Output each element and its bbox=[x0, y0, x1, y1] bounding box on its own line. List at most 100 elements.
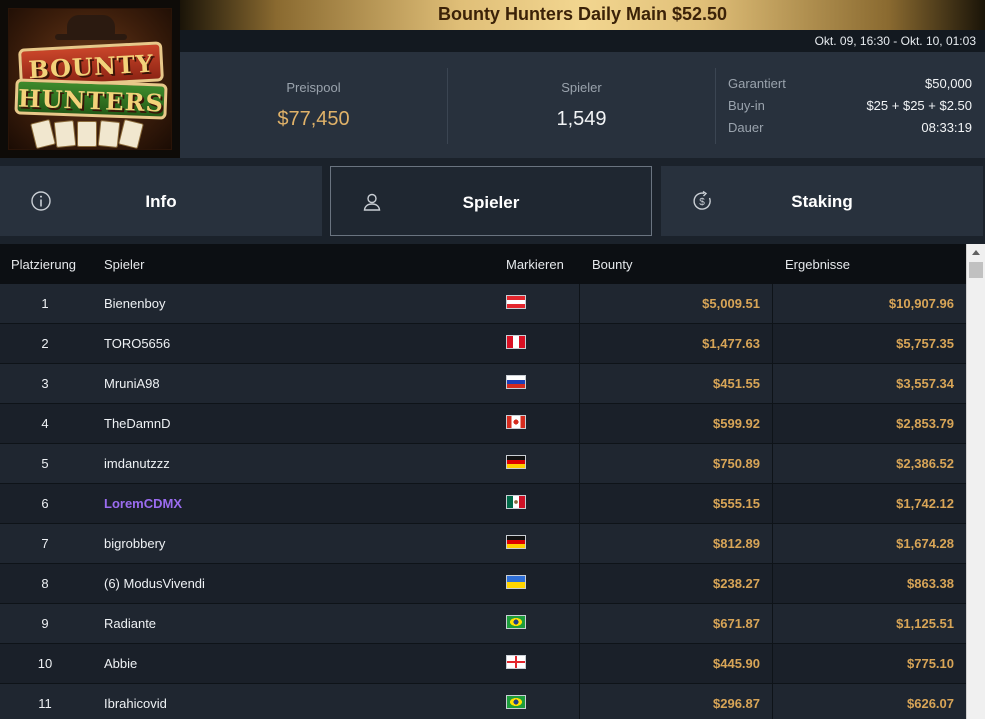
column-divider bbox=[579, 364, 580, 404]
tab-strip: Info Spieler $ Staking bbox=[0, 158, 985, 244]
tab-staking[interactable]: $ Staking bbox=[661, 166, 983, 236]
player-name[interactable]: Abbie bbox=[104, 656, 137, 671]
column-divider bbox=[772, 684, 773, 719]
country-flag-icon bbox=[506, 655, 526, 669]
detail-value: 08:33:19 bbox=[921, 120, 972, 135]
tournament-dates: Okt. 09, 16:30 - Okt. 10, 01:03 bbox=[814, 34, 976, 48]
column-divider bbox=[579, 684, 580, 719]
player-name[interactable]: TheDamnD bbox=[104, 416, 170, 431]
stat-divider bbox=[715, 68, 716, 144]
column-divider bbox=[579, 524, 580, 564]
table-row[interactable]: 6 LoremCDMX $555.15 $1,742.12 bbox=[0, 484, 966, 524]
table-row[interactable]: 3 MruniA98 $451.55 $3,557.34 bbox=[0, 364, 966, 404]
column-divider bbox=[772, 644, 773, 684]
country-flag-icon bbox=[506, 695, 526, 709]
detail-label: Garantiert bbox=[728, 76, 786, 91]
bounty-value: $445.90 bbox=[713, 656, 760, 671]
column-divider bbox=[772, 284, 773, 324]
tab-label: Info bbox=[145, 192, 177, 211]
logo-banner-bottom: HUNTERS bbox=[14, 78, 168, 120]
country-flag-icon bbox=[506, 295, 526, 309]
result-value: $1,742.12 bbox=[896, 496, 954, 511]
country-flag-icon bbox=[506, 535, 526, 549]
player-name[interactable]: Ibrahicovid bbox=[104, 696, 167, 711]
stats-panel: Preispool $77,450 Spieler 1,549 Garantie… bbox=[180, 52, 985, 158]
column-header-player[interactable]: Spieler bbox=[104, 257, 144, 272]
placement-cell: 10 bbox=[37, 656, 53, 671]
players-stat: Spieler 1,549 bbox=[448, 52, 715, 158]
table-row[interactable]: 8 (6) ModusVivendi $238.27 $863.38 bbox=[0, 564, 966, 604]
player-name[interactable]: TORO5656 bbox=[104, 336, 170, 351]
placement-cell: 3 bbox=[41, 376, 49, 391]
playing-cards-icon bbox=[30, 118, 149, 149]
detail-label: Dauer bbox=[728, 120, 764, 135]
column-header-bounty[interactable]: Bounty bbox=[592, 257, 632, 272]
table-row[interactable]: 10 Abbie $445.90 $775.10 bbox=[0, 644, 966, 684]
logo-artwork: BOUNTY HUNTERS bbox=[8, 8, 172, 150]
tournament-logo: BOUNTY HUNTERS bbox=[0, 0, 180, 158]
table-header: Platzierung Spieler Markieren Bounty Erg… bbox=[0, 244, 966, 284]
result-value: $775.10 bbox=[907, 656, 954, 671]
table-row[interactable]: 2 TORO5656 $1,477.63 $5,757.35 bbox=[0, 324, 966, 364]
detail-value: $50,000 bbox=[925, 76, 972, 91]
player-name[interactable]: imdanutzzz bbox=[104, 456, 170, 471]
scrollbar[interactable] bbox=[966, 244, 985, 719]
tournament-lobby: BOUNTY HUNTERS Bounty Hunters Daily Main… bbox=[0, 0, 985, 719]
title-bar: Bounty Hunters Daily Main $52.50 bbox=[180, 0, 985, 30]
table-row[interactable]: 9 Radiante $671.87 $1,125.51 bbox=[0, 604, 966, 644]
scroll-thumb[interactable] bbox=[969, 262, 983, 278]
result-value: $626.07 bbox=[907, 696, 954, 711]
tab-players[interactable]: Spieler bbox=[330, 166, 652, 236]
column-divider bbox=[579, 604, 580, 644]
bounty-value: $1,477.63 bbox=[702, 336, 760, 351]
tab-label: Staking bbox=[791, 192, 853, 211]
player-name[interactable]: LoremCDMX bbox=[104, 496, 182, 511]
logo-word-hunters: HUNTERS bbox=[17, 83, 165, 118]
table-row[interactable]: 5 imdanutzzz $750.89 $2,386.52 bbox=[0, 444, 966, 484]
prizepool-value: $77,450 bbox=[277, 108, 350, 130]
table-body: 1 Bienenboy $5,009.51 $10,907.96 2 TORO5656 $1… bbox=[0, 284, 966, 719]
scroll-up-arrow-icon[interactable] bbox=[967, 244, 985, 261]
result-value: $863.38 bbox=[907, 576, 954, 591]
table-row[interactable]: 11 Ibrahicovid $296.87 $626.07 bbox=[0, 684, 966, 719]
date-bar: Okt. 09, 16:30 - Okt. 10, 01:03 bbox=[180, 30, 985, 52]
player-name[interactable]: bigrobbery bbox=[104, 536, 165, 551]
result-value: $3,557.34 bbox=[896, 376, 954, 391]
placement-cell: 11 bbox=[38, 696, 52, 711]
prizepool-label: Preispool bbox=[286, 80, 341, 95]
player-name[interactable]: MruniA98 bbox=[104, 376, 160, 391]
column-header-mark[interactable]: Markieren bbox=[506, 257, 564, 272]
placement-cell: 8 bbox=[41, 576, 49, 591]
country-flag-icon bbox=[506, 375, 526, 389]
result-value: $2,386.52 bbox=[896, 456, 954, 471]
column-header-results[interactable]: Ergebnisse bbox=[785, 257, 850, 272]
column-divider bbox=[579, 324, 580, 364]
players-label: Spieler bbox=[561, 80, 602, 95]
country-flag-icon bbox=[506, 615, 526, 629]
table-row[interactable]: 7 bigrobbery $812.89 $1,674.28 bbox=[0, 524, 966, 564]
placement-cell: 5 bbox=[41, 456, 49, 471]
players-value: 1,549 bbox=[556, 108, 607, 130]
player-name[interactable]: Radiante bbox=[104, 616, 156, 631]
player-name[interactable]: Bienenboy bbox=[104, 296, 165, 311]
bounty-value: $599.92 bbox=[713, 416, 760, 431]
column-divider bbox=[772, 324, 773, 364]
column-divider bbox=[772, 564, 773, 604]
result-value: $1,125.51 bbox=[896, 616, 954, 631]
result-value: $1,674.28 bbox=[896, 536, 954, 551]
detail-label: Buy-in bbox=[728, 98, 765, 113]
placement-cell: 2 bbox=[41, 336, 49, 351]
cowboy-hat-icon bbox=[55, 15, 127, 40]
table-row[interactable]: 1 Bienenboy $5,009.51 $10,907.96 bbox=[0, 284, 966, 324]
player-name[interactable]: (6) ModusVivendi bbox=[104, 576, 205, 591]
table-row[interactable]: 4 TheDamnD $599.92 $2,853.79 bbox=[0, 404, 966, 444]
column-divider bbox=[772, 524, 773, 564]
bounty-value: $296.87 bbox=[713, 696, 760, 711]
result-value: $10,907.96 bbox=[888, 296, 954, 311]
detail-duration: Dauer 08:33:19 bbox=[728, 120, 972, 140]
tab-info[interactable]: Info bbox=[0, 166, 322, 236]
prizepool-stat: Preispool $77,450 bbox=[180, 52, 447, 158]
column-header-place[interactable]: Platzierung bbox=[11, 257, 76, 272]
column-divider bbox=[579, 404, 580, 444]
bounty-value: $555.15 bbox=[713, 496, 760, 511]
